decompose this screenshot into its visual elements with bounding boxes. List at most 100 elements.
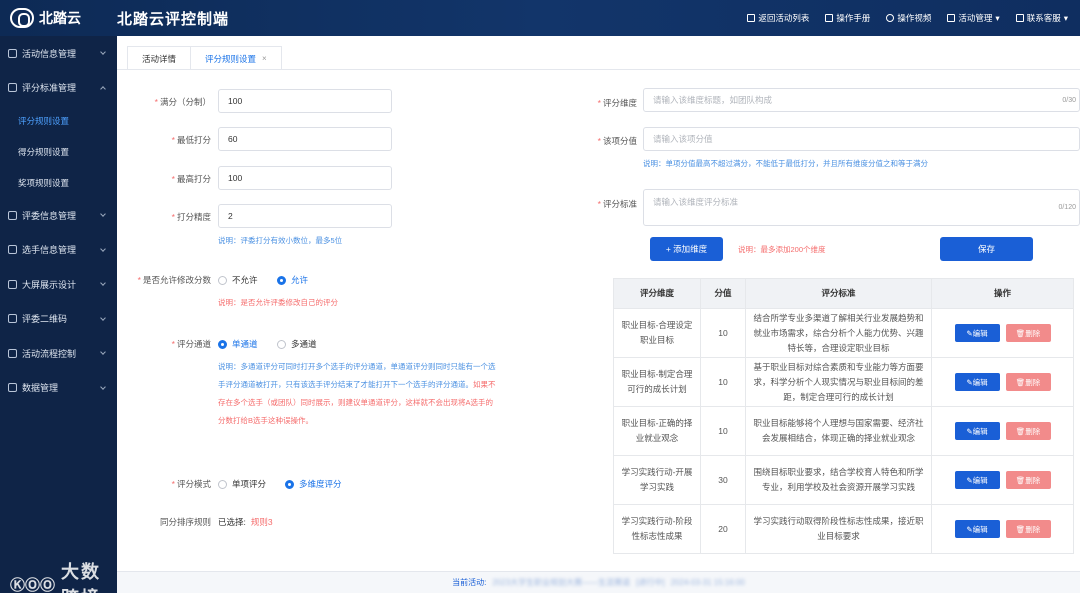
char-counter: 0/120 — [1058, 204, 1076, 211]
save-button[interactable]: 保存 — [940, 237, 1033, 261]
max-score-input[interactable]: 100 — [218, 166, 392, 190]
dimension-standard-textarea[interactable]: 请输入该维度评分标准 0/120 — [643, 189, 1080, 226]
chevron-down-icon — [100, 314, 106, 321]
manual-link[interactable]: 操作手册 — [825, 12, 870, 24]
tab-scoring-rules[interactable]: 评分规则设置 × — [191, 46, 282, 70]
row-score: 10 — [700, 357, 746, 407]
sidebar-item-data[interactable]: 数据管理 — [0, 371, 117, 406]
watermark-text: 大数跨境 — [61, 562, 102, 593]
tab-activity-detail[interactable]: 活动详情 — [127, 46, 192, 70]
tie-rule-selection[interactable]: 已选择: 规则3 — [218, 516, 273, 528]
row-dimension: 职业目标-正确的择业就业观念 — [613, 406, 701, 456]
sidebar-item-process-control[interactable]: 活动流程控制 — [0, 336, 117, 371]
char-counter: 0/30 — [1062, 96, 1076, 104]
activity-management-menu[interactable]: 活动管理 ▾ — [947, 12, 1000, 24]
allow-modify-note: 说明：是否允许评委修改自己的评分 — [218, 298, 338, 307]
radio-single-channel[interactable]: 单通道 — [218, 338, 258, 350]
caret-down-icon: ▾ — [1063, 12, 1068, 23]
radio-multi-channel[interactable]: 多通道 — [277, 338, 317, 350]
sidebar-subitem-award-rules[interactable]: 奖项规则设置 — [0, 167, 117, 198]
tab-bar: 活动详情 评分规则设置 × — [127, 46, 282, 70]
current-activity-bar: 当前活动: 2023大学生职业规划大赛——生涯赛道 [进行中] 2024-03-… — [117, 571, 1080, 593]
radio-allow-modify[interactable]: 允许 — [277, 274, 308, 286]
edit-icon — [8, 83, 17, 93]
current-activity-status: [进行中] — [636, 578, 665, 587]
close-icon[interactable]: × — [262, 54, 267, 63]
sidebar-subitem-score-rules[interactable]: 得分规则设置 — [0, 136, 117, 167]
app-title: 北踏云评控制端 — [117, 10, 230, 28]
row-standard: 结合所学专业多渠道了解相关行业发展趋势和就业市场需求，综合分析个人能力优势、兴趣… — [745, 308, 932, 358]
edit-button[interactable]: ✎ 编辑 — [954, 520, 1000, 538]
row-dimension: 学习实践行动-阶段性标志性成果 — [613, 504, 701, 554]
users-icon — [8, 245, 17, 255]
chevron-down-icon — [100, 245, 106, 252]
sidebar-item-scoring-standard[interactable]: 评分标准管理 — [0, 71, 117, 106]
delete-button[interactable]: 🗑 删除 — [1005, 373, 1051, 391]
sidebar-item-big-screen[interactable]: 大屏展示设计 — [0, 267, 117, 302]
sidebar-item-judges[interactable]: 评委信息管理 — [0, 198, 117, 233]
book-icon — [825, 14, 834, 22]
video-link[interactable]: 操作视频 — [886, 12, 931, 24]
radio-disallow-modify[interactable]: 不允许 — [218, 274, 258, 286]
database-icon — [8, 383, 17, 393]
sidebar-subitem-scoring-rules[interactable]: 评分规则设置 — [0, 105, 117, 136]
full-score-input[interactable]: 100 — [218, 89, 392, 113]
row-standard: 职业目标能够将个人理想与国家需要、经济社会发展相结合，体现正确的择业就业观念 — [745, 406, 932, 456]
chevron-down-icon — [100, 349, 106, 355]
logo: 北踏云 — [0, 8, 117, 28]
radio-multi-dimension[interactable]: 多维度评分 — [285, 478, 342, 490]
add-dimension-button[interactable]: + 添加维度 — [650, 237, 723, 261]
monitor-icon — [8, 279, 17, 289]
precision-label: * 打分精度 — [171, 212, 211, 222]
row-score: 30 — [700, 455, 746, 505]
back-to-activity-list-link[interactable]: 返回活动列表 — [747, 12, 809, 24]
row-standard: 围绕目标职业要求，结合学校育人特色和所学专业，利用学校及社会资源开展学习实践 — [745, 455, 932, 505]
delete-button[interactable]: 🗑 删除 — [1005, 471, 1051, 489]
radio-circle — [218, 339, 227, 349]
dimension-score-label: * 该项分值 — [597, 136, 637, 146]
sidebar: 活动信息管理 评分标准管理 评分规则设置 得分规则设置 奖项规则设置 评委信息管… — [0, 36, 117, 593]
tie-rule-label: 同分排序规则 — [159, 517, 211, 527]
radio-single-item[interactable]: 单项评分 — [218, 478, 266, 490]
sidebar-item-contestants[interactable]: 选手信息管理 — [0, 233, 117, 268]
dimension-name-label: * 评分维度 — [597, 98, 637, 108]
radio-circle — [277, 339, 286, 349]
edit-button[interactable]: ✎ 编辑 — [954, 471, 1000, 489]
row-dimension: 职业目标-合理设定职业目标 — [613, 308, 701, 358]
row-dimension: 职业目标-制定合理可行的成长计划 — [613, 357, 701, 407]
chevron-down-icon — [100, 211, 106, 217]
chevron-down-icon — [100, 383, 106, 390]
channel-note: 说明：多通道评分可同时打开多个选手的评分通道，单通道评分则同时只能有一个选 手评… — [218, 362, 496, 425]
sidebar-item-activity-info[interactable]: 活动信息管理 — [0, 36, 117, 71]
edit-button[interactable]: ✎ 编辑 — [954, 373, 1000, 391]
table-row: 职业目标-正确的择业就业观念 10 职业目标能够将个人理想与国家需要、经济社会发… — [613, 406, 1074, 456]
sidebar-item-qrcode[interactable]: 评委二维码 — [0, 302, 117, 337]
min-score-input[interactable]: 60 — [218, 127, 392, 151]
dimension-name-input[interactable]: 请输入该维度标题，如团队构成 0/30 — [643, 88, 1080, 112]
flow-icon — [8, 348, 17, 358]
table-row: 职业目标-合理设定职业目标 10 结合所学专业多渠道了解相关行业发展趋势和就业市… — [613, 308, 1074, 358]
precision-input[interactable]: 2 — [218, 204, 392, 228]
trash-icon: 🗑 — [1015, 475, 1026, 485]
dimension-score-input[interactable]: 请输入该项分值 — [643, 127, 1080, 151]
contact-support-menu[interactable]: 联系客服 ▾ — [1015, 12, 1068, 24]
dimension-table: 评分维度 分值 评分标准 操作 职业目标-合理设定职业目标 10 结合所学专业多… — [613, 278, 1074, 554]
current-activity-time: 2024-03-31 15:16:00 — [670, 578, 745, 587]
trash-icon: 🗑 — [1015, 524, 1026, 534]
trash-icon: 🗑 — [1015, 426, 1026, 436]
chevron-up-icon — [100, 85, 106, 92]
dimension-score-note: 说明：单项分值最高不超过满分，不能低于最低打分，并且所有维度分值之和等于满分 — [643, 159, 928, 168]
delete-button[interactable]: 🗑 删除 — [1005, 422, 1051, 440]
max-score-label: * 最高打分 — [171, 174, 211, 184]
caret-down-icon: ▾ — [995, 12, 1000, 23]
tab-divider — [117, 69, 1080, 70]
delete-button[interactable]: 🗑 删除 — [1005, 324, 1051, 342]
edit-button[interactable]: ✎ 编辑 — [954, 422, 1000, 440]
watermark: ⓀⓄⓄ 大数跨境 — [10, 558, 117, 593]
logo-icon — [10, 8, 34, 28]
current-activity-prefix: 当前活动: — [452, 578, 487, 587]
delete-button[interactable]: 🗑 删除 — [1005, 520, 1051, 538]
edit-button[interactable]: ✎ 编辑 — [954, 324, 1000, 342]
precision-note: 说明：评委打分有效小数位，最多5位 — [218, 236, 343, 245]
channel-label: * 评分通道 — [171, 339, 211, 349]
